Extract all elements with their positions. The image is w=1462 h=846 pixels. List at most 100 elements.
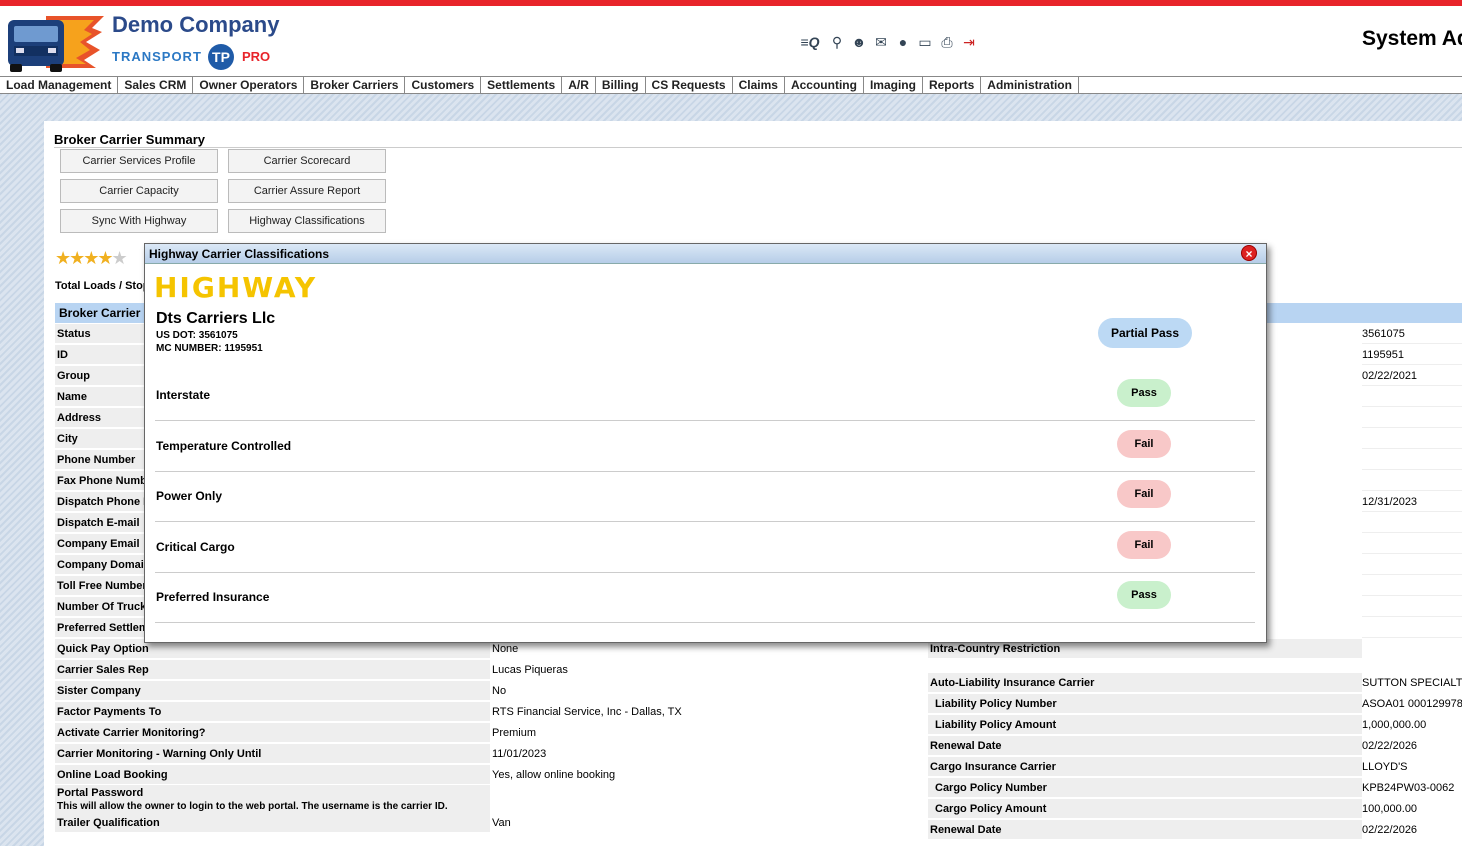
users-icon[interactable]: ☻ — [850, 34, 868, 50]
right-field-value — [1362, 576, 1462, 596]
modal-titlebar[interactable]: Highway Carrier Classifications × — [145, 244, 1266, 264]
sync-with-highway-button[interactable]: Sync With Highway — [60, 209, 218, 233]
field-label: Sister Company — [55, 681, 490, 701]
nav-settlements[interactable]: Settlements — [481, 77, 563, 93]
brand-name: Demo Company — [112, 12, 280, 37]
globe-icon[interactable]: ● — [894, 34, 912, 50]
classification-row: Temperature Controlled Fail — [155, 422, 1255, 472]
search-icon[interactable]: ⚲ — [828, 34, 846, 50]
field-value: Lucas Piqueras — [492, 664, 568, 676]
main-nav: Load Management Sales CRM Owner Operator… — [0, 76, 1462, 94]
star-icon: ★★★★ — [55, 248, 114, 268]
field-label: Carrier Monitoring - Warning Only Until — [55, 744, 490, 764]
portal-password-note: This will allow the owner to login to th… — [57, 801, 448, 812]
right-field-value: 1195951 — [1362, 345, 1462, 365]
classification-result-badge: Fail — [1117, 530, 1171, 559]
right-field-label: Auto-Liability Insurance Carrier — [928, 673, 1362, 693]
nav-cs-requests[interactable]: CS Requests — [646, 77, 733, 93]
mc-number: MC NUMBER: 1195951 — [156, 343, 263, 354]
portal-password-field[interactable] — [490, 785, 920, 815]
right-field-label: Cargo Policy Amount — [928, 799, 1362, 819]
field-value: 11/01/2023 — [492, 748, 547, 760]
close-icon[interactable]: × — [1241, 245, 1257, 261]
right-field-value: 02/22/2021 — [1362, 366, 1462, 386]
right-field-value — [1362, 618, 1462, 638]
brand-product-right: PRO — [242, 49, 271, 64]
right-field-label: Cargo Insurance Carrier — [928, 757, 1362, 777]
carrier-rating-stars: ★★★★★ — [55, 248, 128, 269]
logout-icon[interactable]: ⇥ — [960, 34, 978, 50]
right-field-value — [1362, 387, 1462, 407]
classification-label: Preferred Insurance — [156, 590, 270, 604]
us-dot-number: US DOT: 3561075 — [156, 330, 238, 341]
field-label: Activate Carrier Monitoring? — [55, 723, 490, 743]
right-field-label: Liability Policy Number — [928, 694, 1362, 714]
portal-password-title: Portal Password — [57, 787, 144, 799]
nav-ar[interactable]: A/R — [562, 77, 596, 93]
classification-result-badge: Pass — [1117, 379, 1171, 407]
right-field-value: 02/22/2026 — [1362, 824, 1418, 836]
portal-password-label: Portal Password This will allow the owne… — [55, 785, 490, 815]
highway-logo: HIGHWAY — [154, 271, 318, 304]
right-field-value: 1,000,000.00 — [1362, 719, 1427, 731]
folder-icon[interactable]: ▭ — [916, 34, 934, 50]
classification-row: Interstate Pass — [155, 371, 1255, 421]
print-icon[interactable]: ⎙ — [938, 34, 956, 50]
field-value: RTS Financial Service, Inc - Dallas, TX — [492, 706, 682, 718]
star-empty-icon: ★ — [111, 248, 128, 268]
field-label: Online Load Booking — [55, 765, 490, 785]
nav-administration[interactable]: Administration — [981, 77, 1079, 93]
panel-title: Broker Carrier Summary — [54, 132, 206, 147]
carrier-scorecard-button[interactable]: Carrier Scorecard — [228, 149, 386, 173]
nav-load-management[interactable]: Load Management — [0, 77, 119, 93]
trailer-qualification-value: Van — [492, 817, 511, 829]
nav-customers[interactable]: Customers — [405, 77, 482, 93]
right-field-value: 02/22/2026 — [1362, 740, 1418, 752]
right-field-label: Renewal Date — [928, 736, 1362, 756]
nav-owner-operators[interactable]: Owner Operators — [193, 77, 305, 93]
carrier-services-profile-button[interactable]: Carrier Services Profile — [60, 149, 218, 173]
nav-reports[interactable]: Reports — [923, 77, 982, 93]
right-field-value: ASOA01 000129978 — [1362, 698, 1462, 710]
trailer-qualification-label: Trailer Qualification — [55, 813, 490, 833]
right-field-value: LLOYD'S — [1362, 761, 1408, 773]
section-title: Broker Carrier — [59, 306, 141, 320]
right-field-value: 12/31/2023 — [1362, 492, 1462, 512]
nav-imaging[interactable]: Imaging — [864, 77, 923, 93]
nav-claims[interactable]: Claims — [733, 77, 785, 93]
quick-search-icon[interactable]: ≡Q — [796, 34, 824, 50]
field-value: No — [492, 685, 507, 697]
classification-label: Power Only — [156, 489, 223, 503]
nav-filler — [1078, 77, 1462, 93]
field-value: Yes, allow online booking — [492, 769, 616, 781]
classification-result-badge: Fail — [1117, 429, 1171, 458]
field-label: Factor Payments To — [55, 702, 490, 722]
highway-classifications-modal: Highway Carrier Classifications × HIGHWA… — [144, 243, 1267, 643]
nav-billing[interactable]: Billing — [596, 77, 646, 93]
right-field-value: 3561075 — [1362, 324, 1462, 344]
right-field-value — [1362, 513, 1462, 533]
nav-broker-carriers[interactable]: Broker Carriers — [304, 77, 406, 93]
mail-icon[interactable]: ✉ — [872, 34, 890, 50]
right-field-value — [1362, 597, 1462, 617]
right-field-value — [1362, 555, 1462, 575]
total-loads-label: Total Loads / Stop — [55, 280, 150, 292]
carrier-assure-report-button[interactable]: Carrier Assure Report — [228, 179, 386, 203]
highway-classifications-button[interactable]: Highway Classifications — [228, 209, 386, 233]
nav-sales-crm[interactable]: Sales CRM — [118, 77, 194, 93]
right-field-value — [1362, 408, 1462, 428]
carrier-capacity-button[interactable]: Carrier Capacity — [60, 179, 218, 203]
brand-product-left: TRANSPORT — [112, 49, 202, 64]
modal-title: Highway Carrier Classifications — [149, 247, 330, 261]
right-field-value — [1362, 450, 1462, 470]
overall-status-badge: Partial Pass — [1098, 318, 1192, 348]
right-field-value: 100,000.00 — [1362, 803, 1418, 815]
right-field-value — [1362, 429, 1462, 449]
right-field-label: Cargo Policy Number — [928, 778, 1362, 798]
brand-tp-badge: TP — [208, 44, 234, 70]
classification-result-badge: Pass — [1117, 581, 1171, 609]
classification-label: Temperature Controlled — [156, 438, 292, 453]
field-label: Carrier Sales Rep — [55, 660, 490, 680]
right-field-value — [1362, 534, 1462, 554]
nav-accounting[interactable]: Accounting — [785, 77, 864, 93]
